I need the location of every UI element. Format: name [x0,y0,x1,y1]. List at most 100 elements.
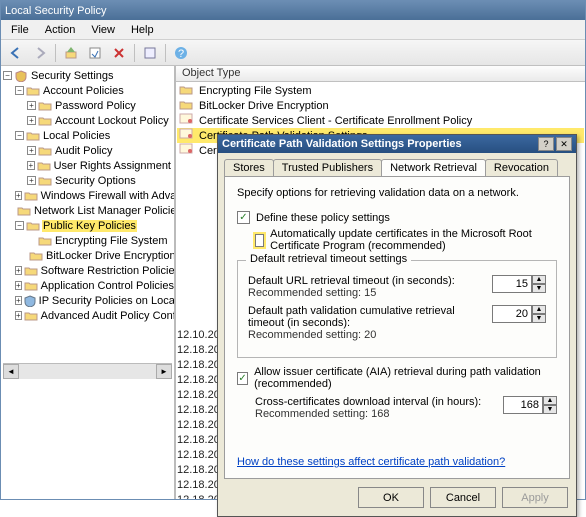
cancel-button[interactable]: Cancel [430,487,496,508]
cross-cert-label: Cross-certificates download interval (in… [255,396,495,408]
apply-button[interactable]: Apply [502,487,568,508]
panel-description: Specify options for retrieving validatio… [237,187,557,199]
tab-network-retrieval[interactable]: Network Retrieval [381,159,486,176]
tree-account-policies[interactable]: −Account Policies [15,83,172,98]
expand-icon[interactable]: + [15,191,22,200]
cert-icon [179,128,195,143]
up-button[interactable] [60,42,82,64]
cum-timeout-label: Default path validation cumulative retri… [248,305,484,329]
auto-update-checkbox[interactable] [255,234,264,247]
column-header[interactable]: Object Type [176,66,585,82]
help-link[interactable]: How do these settings affect certificate… [237,456,557,468]
expand-icon[interactable]: + [27,116,36,125]
tree-password-policy[interactable]: +Password Policy [27,98,172,113]
export-button[interactable] [84,42,106,64]
menu-view[interactable]: View [83,22,123,38]
shield-icon [14,70,28,82]
collapse-icon[interactable]: − [15,221,24,230]
list-item[interactable]: Encrypting File System [177,83,584,98]
properties-dialog: Certificate Path Validation Settings Pro… [217,134,577,517]
collapse-icon[interactable]: − [15,86,24,95]
expand-icon[interactable]: + [27,161,35,170]
tab-revocation[interactable]: Revocation [485,159,558,176]
timeout-group: Default retrieval timeout settings Defau… [237,260,557,358]
ok-button[interactable]: OK [358,487,424,508]
tree-account-lockout[interactable]: +Account Lockout Policy [27,113,172,128]
expand-icon[interactable]: + [27,101,36,110]
dialog-title: Certificate Path Validation Settings Pro… [222,138,536,150]
tool-bar: ? [1,40,585,66]
expand-icon[interactable]: + [15,281,22,290]
tree-app-control[interactable]: +Application Control Policies [15,278,172,293]
spin-up-icon[interactable]: ▲ [532,275,546,284]
expand-icon[interactable]: + [27,176,36,185]
cross-cert-spinner[interactable]: ▲▼ [503,396,557,414]
expand-icon[interactable]: + [15,296,22,305]
tree-pane[interactable]: − Security Settings −Account Policies +P… [1,66,176,499]
tree-windows-firewall[interactable]: +Windows Firewall with Advanced Security [15,188,172,203]
forward-button[interactable] [29,42,51,64]
folder-icon [24,190,38,202]
tree-audit-policy[interactable]: +Audit Policy [27,143,172,158]
spin-down-icon[interactable]: ▼ [532,314,546,323]
folder-icon [179,99,195,113]
spin-down-icon[interactable]: ▼ [532,284,546,293]
cross-cert-input[interactable] [503,396,543,414]
url-timeout-input[interactable] [492,275,532,293]
tab-strip: Stores Trusted Publishers Network Retrie… [224,159,570,176]
spin-up-icon[interactable]: ▲ [543,396,557,405]
expand-icon[interactable]: + [15,266,22,275]
help-icon[interactable]: ? [170,42,192,64]
tree-ip-security[interactable]: +IP Security Policies on Local Computer [15,293,172,308]
expand-icon[interactable]: + [27,146,36,155]
close-button[interactable]: ✕ [556,137,572,151]
help-button[interactable]: ? [538,137,554,151]
cum-timeout-input[interactable] [492,305,532,323]
collapse-icon[interactable]: − [3,71,12,80]
horizontal-scrollbar[interactable]: ◄► [3,363,172,379]
spin-up-icon[interactable]: ▲ [532,305,546,314]
group-legend: Default retrieval timeout settings [246,253,411,265]
menu-file[interactable]: File [3,22,37,38]
properties-icon[interactable] [139,42,161,64]
list-item[interactable]: Certificate Services Client - Certificat… [177,113,584,128]
tree-advanced-audit[interactable]: +Advanced Audit Policy Configuration [15,308,172,323]
delete-icon[interactable] [108,42,130,64]
tree-user-rights[interactable]: +User Rights Assignment [27,158,172,173]
menu-bar: File Action View Help [1,20,585,40]
folder-icon [38,145,52,157]
tree-bitlocker[interactable]: BitLocker Drive Encryption [27,248,172,263]
tab-stores[interactable]: Stores [224,159,274,176]
aia-checkbox[interactable]: ✓ [237,372,248,385]
dialog-title-bar[interactable]: Certificate Path Validation Settings Pro… [218,135,576,153]
list-item[interactable]: BitLocker Drive Encryption [177,98,584,113]
collapse-icon[interactable]: − [15,131,24,140]
window-title: Local Security Policy [5,5,581,17]
spin-down-icon[interactable]: ▼ [543,405,557,414]
define-policy-label: Define these policy settings [256,212,390,224]
back-button[interactable] [5,42,27,64]
title-bar[interactable]: Local Security Policy [1,1,585,20]
folder-icon [179,84,195,98]
url-timeout-spinner[interactable]: ▲▼ [492,275,546,293]
cum-timeout-spinner[interactable]: ▲▼ [492,305,546,323]
tree-public-key-policies[interactable]: −Public Key Policies [15,218,172,233]
tree-security-options[interactable]: +Security Options [27,173,172,188]
folder-icon [24,265,38,277]
menu-action[interactable]: Action [37,22,84,38]
define-policy-checkbox[interactable]: ✓ [237,211,250,224]
cert-icon [179,143,195,158]
folder-icon [38,175,52,187]
expand-icon[interactable]: + [15,311,22,320]
folder-icon [38,100,52,112]
folder-icon [26,85,40,97]
tree-software-restriction[interactable]: +Software Restriction Policies [15,263,172,278]
tree-local-policies[interactable]: −Local Policies [15,128,172,143]
tree-network-list[interactable]: Network List Manager Policies [15,203,172,218]
tree-root[interactable]: − Security Settings [3,68,172,83]
menu-help[interactable]: Help [123,22,162,38]
tab-trusted-publishers[interactable]: Trusted Publishers [273,159,382,176]
folder-icon [24,280,38,292]
tree-efs[interactable]: Encrypting File System [27,233,172,248]
cum-timeout-rec: Recommended setting: 20 [248,329,484,341]
